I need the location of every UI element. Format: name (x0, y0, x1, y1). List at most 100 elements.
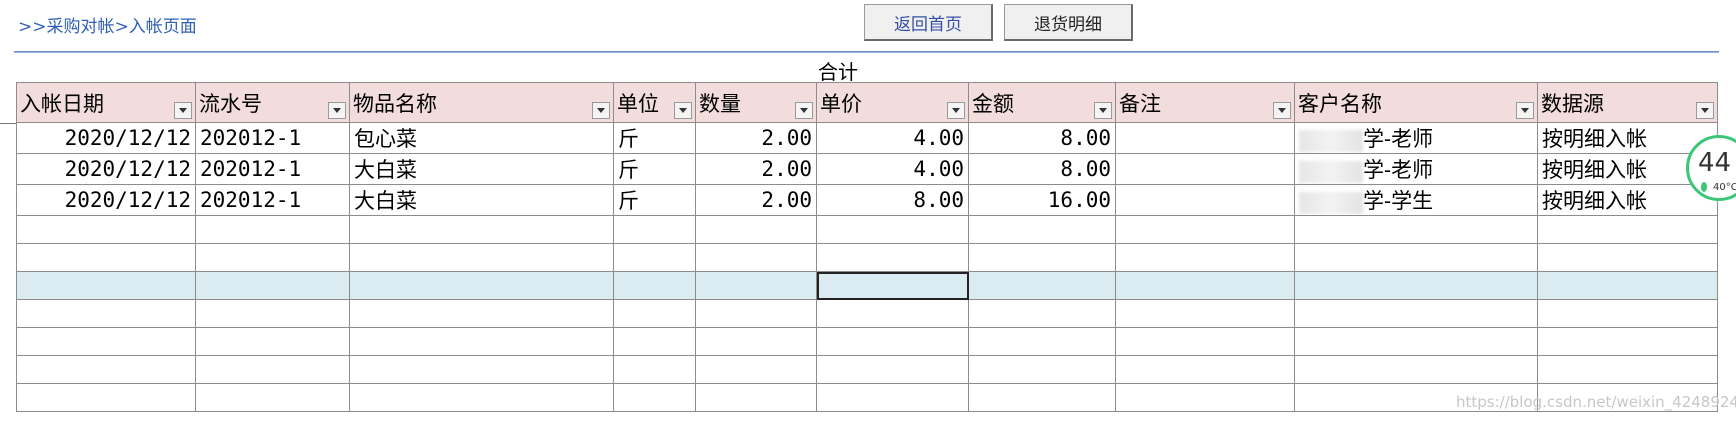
cell-price[interactable]: 8.00 (816, 184, 969, 216)
filter-dropdown-icon[interactable] (328, 102, 346, 119)
cell-price[interactable]: 4.00 (816, 122, 969, 154)
filter-dropdown-icon[interactable] (592, 102, 610, 119)
filter-dropdown-icon[interactable] (795, 102, 813, 119)
cell-date[interactable]: 2020/12/12 (16, 184, 196, 216)
breadcrumb[interactable]: >>采购对帐>入帐页面 (18, 12, 197, 37)
cell-empty[interactable] (195, 271, 350, 300)
cell-empty[interactable] (1537, 271, 1718, 300)
filter-dropdown-icon[interactable] (1273, 102, 1291, 119)
cell-empty[interactable] (968, 327, 1116, 356)
cell-empty[interactable] (695, 271, 817, 300)
cell-empty[interactable] (1115, 243, 1295, 272)
cell-amount[interactable]: 16.00 (968, 184, 1116, 216)
cell-selected[interactable] (816, 271, 969, 300)
cell-empty[interactable] (1537, 243, 1718, 272)
cell-empty[interactable] (816, 327, 969, 356)
cell-empty[interactable] (349, 383, 614, 412)
cell-empty[interactable] (695, 327, 817, 356)
back-to-home-button[interactable]: 返回首页 (864, 4, 993, 41)
cell-empty[interactable] (968, 383, 1116, 412)
filter-dropdown-icon[interactable] (1696, 102, 1714, 119)
cell-empty[interactable] (968, 243, 1116, 272)
cell-empty[interactable] (1115, 383, 1295, 412)
cell-amount[interactable]: 8.00 (968, 122, 1116, 154)
cell-empty[interactable] (16, 327, 196, 356)
cell-empty[interactable] (816, 299, 969, 328)
cell-empty[interactable] (16, 383, 196, 412)
cell-customer[interactable]: 学-老师 (1294, 153, 1538, 185)
cell-empty[interactable] (968, 215, 1116, 244)
cell-empty[interactable] (1294, 355, 1538, 384)
filter-dropdown-icon[interactable] (1516, 102, 1534, 119)
cell-empty[interactable] (613, 299, 696, 328)
cell-amount[interactable]: 8.00 (968, 153, 1116, 185)
cell-unit[interactable]: 斤 (613, 184, 696, 216)
cell-empty[interactable] (16, 299, 196, 328)
cell-empty[interactable] (695, 215, 817, 244)
cell-serial[interactable]: 202012-1 (195, 122, 350, 154)
cell-empty[interactable] (1115, 355, 1295, 384)
filter-dropdown-icon[interactable] (174, 102, 192, 119)
cell-date[interactable]: 2020/12/12 (16, 153, 196, 185)
cell-unit[interactable]: 斤 (613, 122, 696, 154)
cell-empty[interactable] (1537, 215, 1718, 244)
cell-note[interactable] (1115, 122, 1295, 154)
cell-serial[interactable]: 202012-1 (195, 153, 350, 185)
cell-empty[interactable] (1115, 327, 1295, 356)
cell-empty[interactable] (1537, 327, 1718, 356)
cell-empty[interactable] (16, 355, 196, 384)
cell-empty[interactable] (349, 215, 614, 244)
cell-empty[interactable] (1115, 271, 1295, 300)
cell-serial[interactable]: 202012-1 (195, 184, 350, 216)
cell-empty[interactable] (1294, 271, 1538, 300)
cell-empty[interactable] (349, 299, 614, 328)
cell-empty[interactable] (195, 243, 350, 272)
cell-empty[interactable] (16, 243, 196, 272)
cell-empty[interactable] (613, 327, 696, 356)
return-detail-button[interactable]: 退货明细 (1004, 4, 1133, 41)
cell-empty[interactable] (968, 355, 1116, 384)
cell-empty[interactable] (816, 383, 969, 412)
cell-empty[interactable] (16, 271, 196, 300)
cell-empty[interactable] (1294, 215, 1538, 244)
cell-qty[interactable]: 2.00 (695, 184, 817, 216)
cell-empty[interactable] (195, 355, 350, 384)
cell-empty[interactable] (613, 383, 696, 412)
cell-empty[interactable] (695, 299, 817, 328)
cell-empty[interactable] (195, 383, 350, 412)
cell-empty[interactable] (695, 243, 817, 272)
cell-empty[interactable] (195, 215, 350, 244)
cell-empty[interactable] (1537, 355, 1718, 384)
cell-empty[interactable] (968, 299, 1116, 328)
cell-empty[interactable] (349, 271, 614, 300)
cell-empty[interactable] (1294, 243, 1538, 272)
cell-empty[interactable] (349, 355, 614, 384)
filter-dropdown-icon[interactable] (1094, 102, 1112, 119)
cell-empty[interactable] (816, 215, 969, 244)
cell-customer[interactable]: 学-学生 (1294, 184, 1538, 216)
cell-empty[interactable] (1115, 299, 1295, 328)
cell-empty[interactable] (1115, 215, 1295, 244)
cell-empty[interactable] (613, 215, 696, 244)
cell-customer[interactable]: 学-老师 (1294, 122, 1538, 154)
cell-note[interactable] (1115, 184, 1295, 216)
cell-item[interactable]: 包心菜 (349, 122, 614, 154)
filter-dropdown-icon[interactable] (947, 102, 965, 119)
cell-empty[interactable] (16, 215, 196, 244)
cell-empty[interactable] (1294, 327, 1538, 356)
cell-empty[interactable] (613, 355, 696, 384)
cell-qty[interactable]: 2.00 (695, 122, 817, 154)
cell-date[interactable]: 2020/12/12 (16, 122, 196, 154)
cell-empty[interactable] (1294, 299, 1538, 328)
cell-empty[interactable] (695, 355, 817, 384)
cell-source[interactable]: 按明细入帐 (1537, 184, 1718, 216)
cell-note[interactable] (1115, 153, 1295, 185)
cell-price[interactable]: 4.00 (816, 153, 969, 185)
cell-empty[interactable] (968, 271, 1116, 300)
cell-empty[interactable] (1537, 299, 1718, 328)
cell-item[interactable]: 大白菜 (349, 153, 614, 185)
cell-item[interactable]: 大白菜 (349, 184, 614, 216)
cell-empty[interactable] (816, 355, 969, 384)
filter-dropdown-icon[interactable] (674, 102, 692, 119)
cell-unit[interactable]: 斤 (613, 153, 696, 185)
